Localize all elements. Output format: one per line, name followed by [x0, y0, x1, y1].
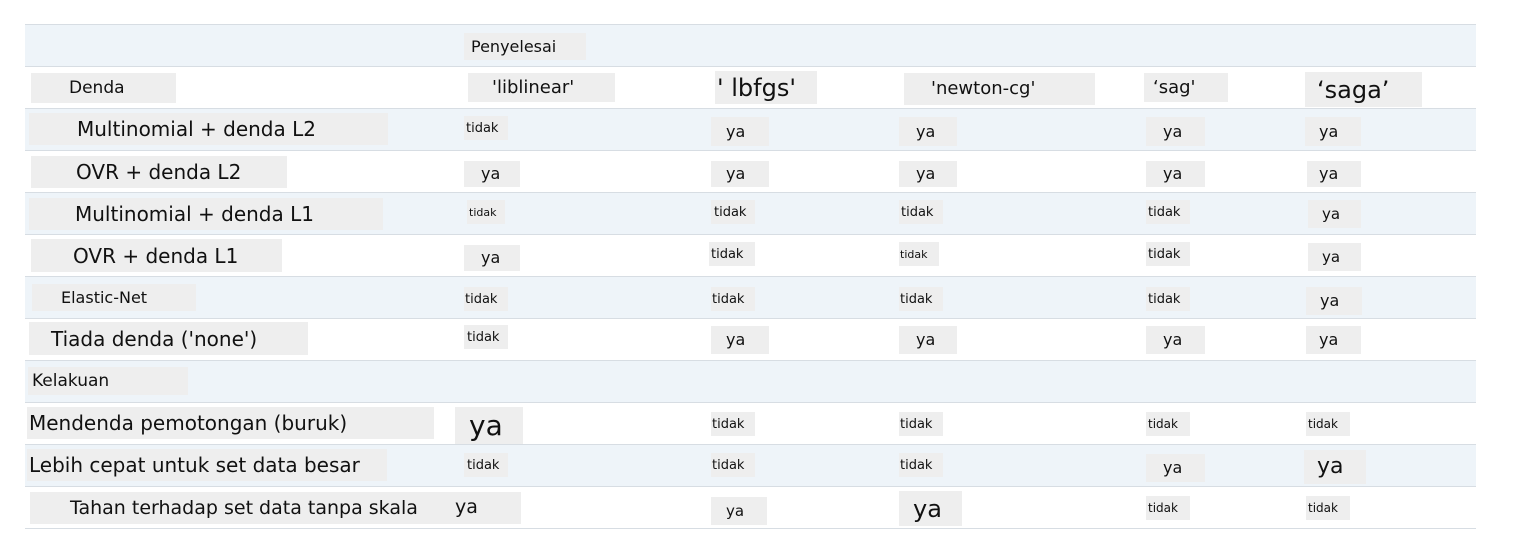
cell-value: tidak: [1306, 496, 1350, 520]
row-label: Multinomial + denda L1: [29, 198, 383, 230]
row-label: Tahan terhadap set data tanpa skala: [30, 492, 521, 524]
cell-value: ya: [1305, 117, 1361, 146]
cell-value: tidak: [899, 200, 943, 224]
cell-value: ya: [1146, 454, 1205, 482]
cell-value: ya: [711, 117, 769, 146]
cell-value: ya: [1146, 326, 1205, 354]
cell-value: tidak: [711, 412, 755, 436]
cell-value: ya: [455, 407, 523, 444]
row-label: Elastic-Net: [32, 284, 196, 311]
cell-value: tidak: [1146, 200, 1190, 224]
cell-value: tidak: [1306, 412, 1350, 436]
cell-value: tidak: [464, 325, 508, 349]
row-label: Lebih cepat untuk set data besar: [27, 449, 387, 481]
cell-value: ya: [711, 326, 769, 354]
behavior-section-row: Kelakuan: [25, 361, 1476, 403]
cell-value: tidak: [899, 287, 943, 311]
solver-header-label: Penyelesai: [464, 33, 586, 60]
cell-value: ya: [899, 117, 957, 146]
cell-value: ya: [1146, 117, 1205, 146]
row-label: OVR + denda L1: [31, 239, 282, 272]
cell-value: tidak: [899, 242, 939, 266]
cell-value: ya: [464, 161, 520, 187]
penalty-row: Multinomial + denda L1 tidak tidak tidak…: [25, 193, 1476, 235]
cell-value: tidak: [899, 453, 943, 477]
penalty-row: Multinomial + denda L2 tidak ya ya ya ya: [25, 109, 1476, 151]
cell-value: ya: [1146, 161, 1205, 187]
row-label: Multinomial + denda L2: [29, 113, 388, 145]
cell-value: tidak: [464, 116, 508, 140]
solver-comparison-table: Penyelesai Denda 'liblinear' ' lbfgs' 'n…: [25, 24, 1476, 529]
solver-name: 'newton-cg': [904, 73, 1095, 105]
cell-value: tidak: [1146, 496, 1190, 520]
penalty-row: Tiada denda ('none') tidak ya ya ya ya: [25, 319, 1476, 361]
cell-value: ya: [455, 496, 478, 518]
row-label: Tiada denda ('none'): [29, 322, 308, 355]
solver-name: ‘saga’: [1305, 72, 1422, 107]
cell-value: ya: [1307, 161, 1361, 187]
penalty-row: OVR + denda L1 ya tidak tidak tidak ya: [25, 235, 1476, 277]
cell-value: tidak: [711, 287, 755, 311]
cell-value: tidak: [899, 412, 943, 436]
cell-value: ya: [1304, 450, 1366, 484]
solver-name: 'liblinear': [468, 73, 615, 102]
cell-value: ya: [899, 326, 957, 354]
cell-value: tidak: [1146, 242, 1190, 266]
cell-value: tidak: [1146, 412, 1190, 436]
behavior-row: Lebih cepat untuk set data besar tidak t…: [25, 445, 1476, 487]
cell-value: tidak: [1146, 287, 1190, 311]
cell-value: tidak: [709, 242, 755, 266]
cell-value: ya: [1308, 200, 1361, 228]
penalty-row: OVR + denda L2 ya ya ya ya ya: [25, 151, 1476, 193]
row-label: OVR + denda L2: [31, 156, 287, 188]
cell-value: tidak: [464, 453, 508, 477]
row-label: Mendenda pemotongan (buruk): [27, 407, 434, 439]
cell-value: ya: [1308, 243, 1361, 271]
cell-value: tidak: [464, 287, 508, 311]
cell-value: ya: [711, 497, 767, 525]
penalty-header-row: Denda 'liblinear' ' lbfgs' 'newton-cg' ‘…: [25, 67, 1476, 109]
behavior-row: Mendenda pemotongan (buruk) ya tidak tid…: [25, 403, 1476, 445]
solver-name: ' lbfgs': [715, 71, 817, 104]
cell-value: ya: [899, 491, 962, 526]
behavior-row: Tahan terhadap set data tanpa skala ya y…: [25, 487, 1476, 529]
penalty-header-label: Denda: [31, 73, 176, 103]
solver-header-row: Penyelesai: [25, 25, 1476, 67]
cell-value: ya: [899, 161, 957, 187]
cell-value: ya: [1306, 287, 1362, 315]
cell-value: ya: [464, 245, 520, 271]
cell-value: ya: [1306, 326, 1361, 354]
cell-value: tidak: [467, 200, 505, 224]
cell-value: tidak: [711, 453, 755, 477]
cell-value: tidak: [711, 200, 755, 224]
section-label: Kelakuan: [28, 367, 188, 395]
penalty-row: Elastic-Net tidak tidak tidak tidak ya: [25, 277, 1476, 319]
solver-name: ‘sag': [1144, 73, 1228, 102]
cell-value: ya: [711, 161, 769, 187]
